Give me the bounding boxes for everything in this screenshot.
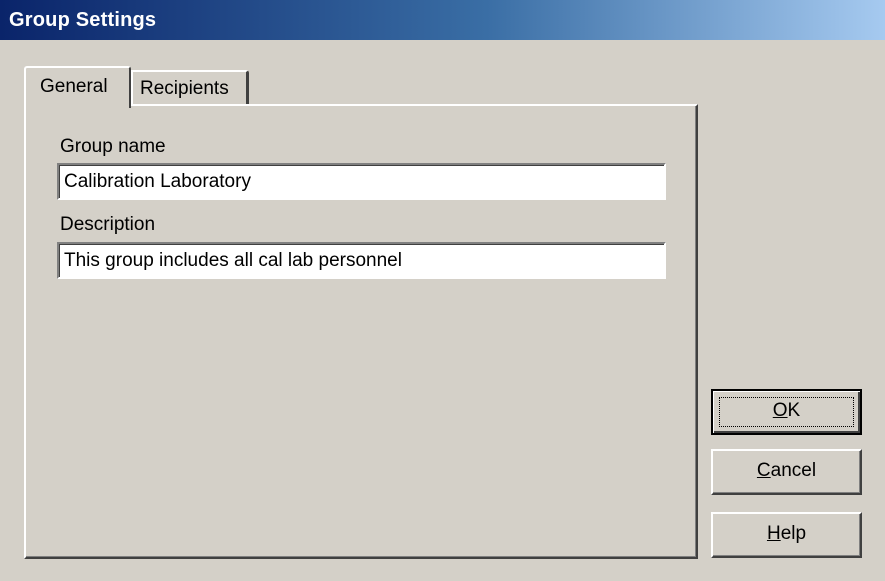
window-title: Group Settings — [9, 9, 157, 31]
tab-recipients-label: Recipients — [140, 78, 229, 99]
help-button-label: Help — [766, 523, 807, 544]
ok-button[interactable]: OK — [711, 389, 862, 435]
help-button[interactable]: Help — [711, 512, 862, 558]
group-name-input[interactable]: Calibration Laboratory — [57, 163, 666, 200]
description-label: Description — [60, 214, 156, 235]
general-tab-panel: Group name Calibration Laboratory Descri… — [24, 104, 698, 559]
cancel-button[interactable]: Cancel — [711, 449, 862, 495]
title-bar[interactable]: Group Settings — [0, 0, 885, 40]
group-settings-dialog: Group Settings General Recipients Group … — [0, 0, 885, 581]
cancel-button-label: Cancel — [756, 460, 817, 481]
tab-general[interactable]: General — [24, 66, 131, 108]
ok-button-label: OK — [772, 400, 801, 421]
tab-general-label: General — [40, 76, 108, 97]
description-input[interactable]: This group includes all cal lab personne… — [57, 242, 666, 279]
group-name-label: Group name — [60, 136, 166, 157]
tab-recipients[interactable]: Recipients — [131, 70, 249, 104]
